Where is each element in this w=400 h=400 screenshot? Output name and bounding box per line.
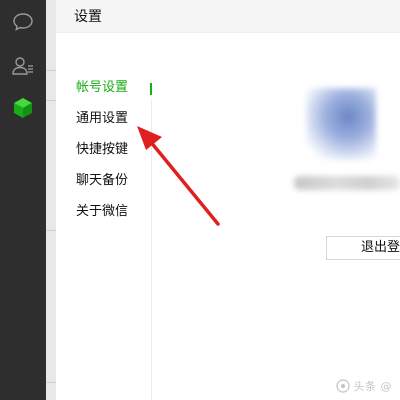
watermark-text: 头条 @ [353, 380, 392, 393]
nav-general-settings[interactable]: 通用设置 [76, 108, 128, 130]
settings-title: 设置 [74, 9, 102, 25]
logout-button[interactable]: 退出登 [326, 236, 400, 260]
nav-about-wechat[interactable]: 关于微信 [76, 201, 128, 223]
nav-shortcut-keys[interactable]: 快捷按键 [76, 139, 128, 161]
watermark-logo-icon [335, 379, 350, 393]
nav-divider [151, 100, 152, 400]
cube-icon[interactable] [8, 94, 38, 122]
nav-chat-backup[interactable]: 聊天备份 [76, 170, 128, 192]
settings-header: 设置 [56, 0, 400, 33]
chat-bubble-icon[interactable] [8, 8, 38, 36]
blurred-account-name [294, 176, 400, 190]
active-tab-indicator [150, 83, 152, 95]
app-sidebar [0, 0, 46, 400]
avatar [306, 88, 376, 160]
contacts-icon[interactable] [8, 52, 38, 80]
settings-window: 设置 帐号设置 通用设置 快捷按键 聊天备份 关于微信 [56, 0, 400, 400]
nav-account-settings[interactable]: 帐号设置 [76, 77, 128, 99]
watermark: 头条 @ [335, 378, 393, 394]
